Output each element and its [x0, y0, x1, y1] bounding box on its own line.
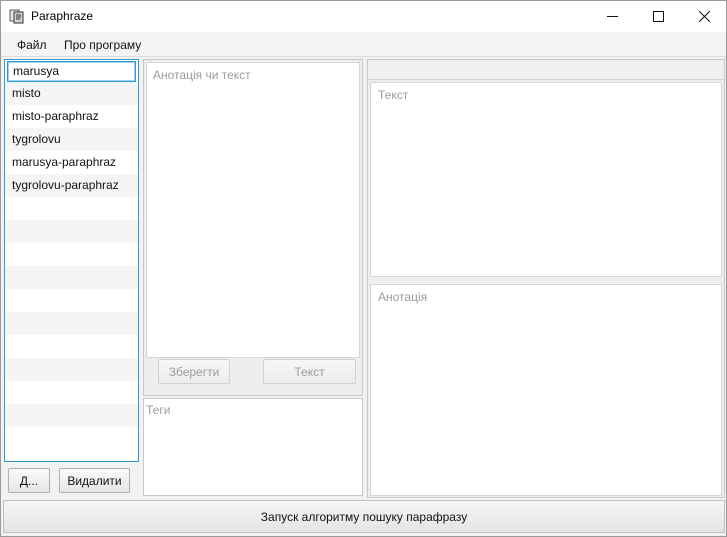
list-item[interactable]: marusya	[7, 61, 136, 82]
list-item	[5, 243, 138, 266]
list-item	[5, 381, 138, 404]
menu-bar: Файл Про програму	[1, 32, 726, 57]
preview-header	[368, 60, 724, 80]
list-item	[5, 197, 138, 220]
annotation-text-area[interactable]: Анотація чи текст	[146, 62, 360, 358]
editor-panel: Анотація чи текст Зберегти Текст	[143, 59, 363, 396]
save-button[interactable]: Зберегти	[158, 359, 230, 384]
menu-about[interactable]: Про програму	[64, 38, 141, 52]
preview-annotation-area[interactable]: Анотація	[370, 284, 722, 496]
maximize-button[interactable]	[635, 1, 681, 32]
delete-button[interactable]: Видалити	[59, 468, 130, 493]
close-icon	[698, 11, 710, 22]
preview-text-placeholder: Текст	[378, 88, 409, 102]
list-item	[5, 220, 138, 243]
app-window: Paraphraze Файл Про програму marusya mist…	[0, 0, 727, 537]
annotation-placeholder: Анотація чи текст	[153, 68, 251, 82]
file-list[interactable]: marusya misto misto-paraphraz tygrolovu maru…	[4, 59, 139, 462]
tags-input[interactable]: Теги	[143, 398, 363, 496]
add-button[interactable]: Д...	[8, 468, 50, 493]
minimize-icon	[606, 16, 618, 17]
list-item	[5, 427, 138, 450]
window-title: Paraphraze	[31, 9, 94, 23]
paraphraze-app-icon	[9, 8, 25, 24]
title-bar: Paraphraze	[1, 1, 726, 32]
list-item[interactable]: misto-paraphraz	[5, 105, 138, 128]
list-item[interactable]: tygrolovu-paraphraz	[5, 174, 138, 197]
list-item	[5, 312, 138, 335]
list-item	[5, 358, 138, 381]
text-button[interactable]: Текст	[263, 359, 356, 384]
run-search-button[interactable]: Запуск алгоритму пошуку парафразу	[3, 500, 725, 533]
preview-annotation-placeholder: Анотація	[378, 290, 428, 304]
list-item[interactable]: marusya-paraphraz	[5, 151, 138, 174]
list-item	[5, 404, 138, 427]
maximize-icon	[652, 11, 664, 22]
list-item	[5, 335, 138, 358]
preview-text-area[interactable]: Текст	[370, 82, 722, 277]
list-item	[5, 266, 138, 289]
minimize-button[interactable]	[589, 1, 635, 32]
close-button[interactable]	[681, 1, 727, 32]
tags-placeholder: Теги	[146, 403, 171, 417]
list-item	[5, 289, 138, 312]
list-item[interactable]: misto	[5, 82, 138, 105]
preview-panel: Текст Анотація	[367, 59, 725, 498]
list-item[interactable]: tygrolovu	[5, 128, 138, 151]
menu-file[interactable]: Файл	[17, 38, 47, 52]
